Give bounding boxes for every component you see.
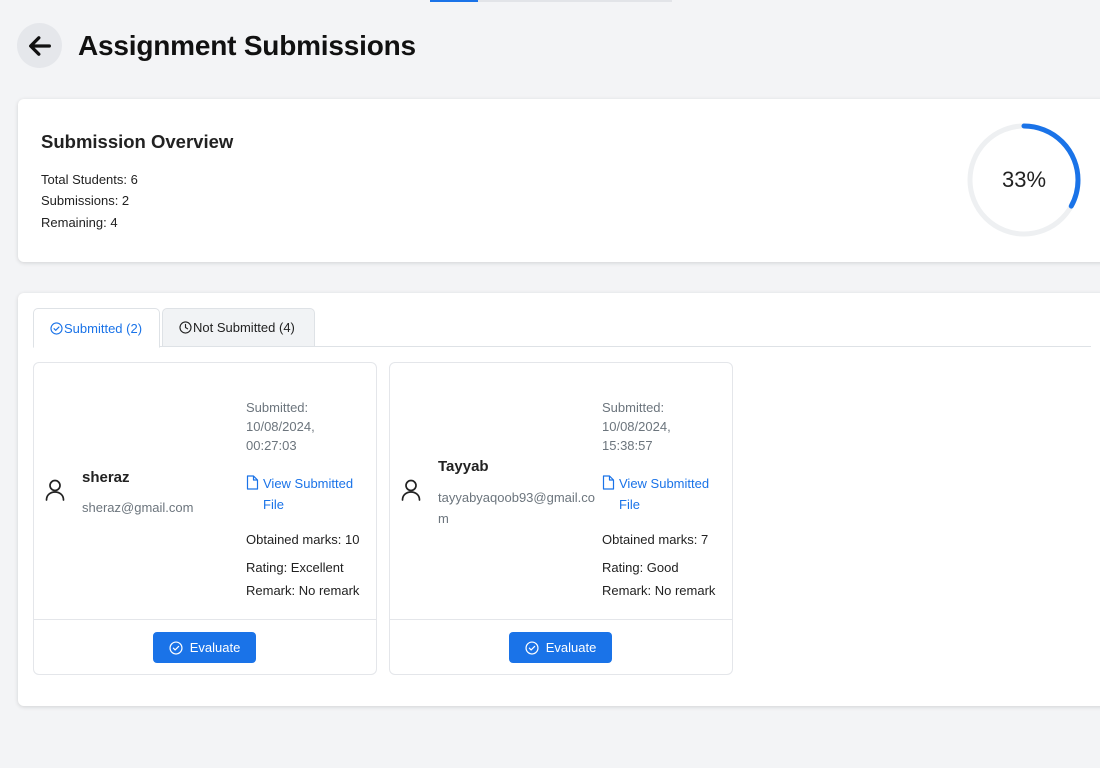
evaluate-button[interactable]: Evaluate [153, 632, 256, 663]
student-email: tayyabyaqoob93@gmail.com [438, 490, 596, 526]
card-footer: Evaluate [34, 619, 376, 675]
obtained-marks: Obtained marks: 10 [246, 532, 360, 547]
check-circle-icon [50, 321, 63, 335]
submissions-card: Submitted (2) Not Submitted (4) sheraz s… [18, 293, 1100, 706]
obtained-marks: Obtained marks: 7 [602, 532, 709, 547]
rating: Rating: Good [602, 560, 679, 575]
remark: Remark: No remark [602, 583, 716, 598]
submitted-time: 00:27:03 [246, 438, 297, 453]
submission-tabs: Submitted (2) Not Submitted (4) [33, 308, 1091, 348]
tab-not-submitted-label: Not Submitted (4) [193, 320, 295, 335]
arrow-left-icon [28, 35, 51, 56]
card-footer: Evaluate [390, 619, 732, 675]
overview-title: Submission Overview [41, 131, 234, 152]
top-progress-indicator [430, 0, 672, 2]
submitted-label: Submitted: [602, 400, 665, 415]
remark: Remark: No remark [246, 583, 360, 598]
view-submitted-file-link[interactable]: View Submitted File [602, 473, 729, 515]
file-icon [246, 475, 259, 515]
view-submitted-file-link[interactable]: View Submitted File [246, 473, 373, 515]
view-submitted-file-label: View Submitted File [263, 476, 354, 512]
student-name: sheraz [82, 469, 130, 486]
tab-submitted-label: Submitted (2) [64, 320, 143, 336]
tab-submitted[interactable]: Submitted (2) [33, 308, 160, 348]
back-button[interactable] [17, 23, 62, 68]
evaluate-button[interactable]: Evaluate [509, 632, 612, 663]
tab-not-submitted[interactable]: Not Submitted (4) [162, 308, 315, 347]
check-circle-icon [169, 640, 183, 655]
check-circle-icon [525, 640, 539, 655]
student-name: Tayyab [438, 458, 489, 475]
submitted-date: 10/08/2024, [602, 419, 671, 434]
submitted-date: 10/08/2024, [246, 419, 315, 434]
evaluate-label: Evaluate [189, 640, 241, 655]
submission-progress-ring: 33% [964, 120, 1084, 240]
user-icon [44, 478, 66, 507]
evaluate-label: Evaluate [545, 640, 597, 655]
file-icon [602, 475, 615, 515]
student-card: sheraz sheraz@gmail.com Submitted: 10/08… [33, 362, 377, 675]
total-students-stat: Total Students: 6 [41, 172, 138, 187]
student-email: sheraz@gmail.com [82, 500, 194, 515]
rating: Rating: Excellent [246, 560, 344, 575]
submission-overview-card: Submission Overview Total Students: 6 Su… [18, 99, 1100, 262]
view-submitted-file-label: View Submitted File [619, 476, 710, 512]
page-title: Assignment Submissions [78, 29, 416, 61]
top-progress-active [430, 0, 478, 2]
submissions-stat: Submissions: 2 [41, 193, 130, 208]
page-header: Assignment Submissions [17, 23, 416, 68]
clock-icon [179, 321, 192, 334]
user-icon [400, 478, 422, 507]
student-card: Tayyab tayyabyaqoob93@gmail.com Submitte… [389, 362, 733, 675]
remaining-stat: Remaining: 4 [41, 215, 118, 230]
submitted-label: Submitted: [246, 400, 309, 415]
submitted-time: 15:38:57 [602, 438, 653, 453]
progress-percent-label: 33% [1001, 167, 1047, 192]
